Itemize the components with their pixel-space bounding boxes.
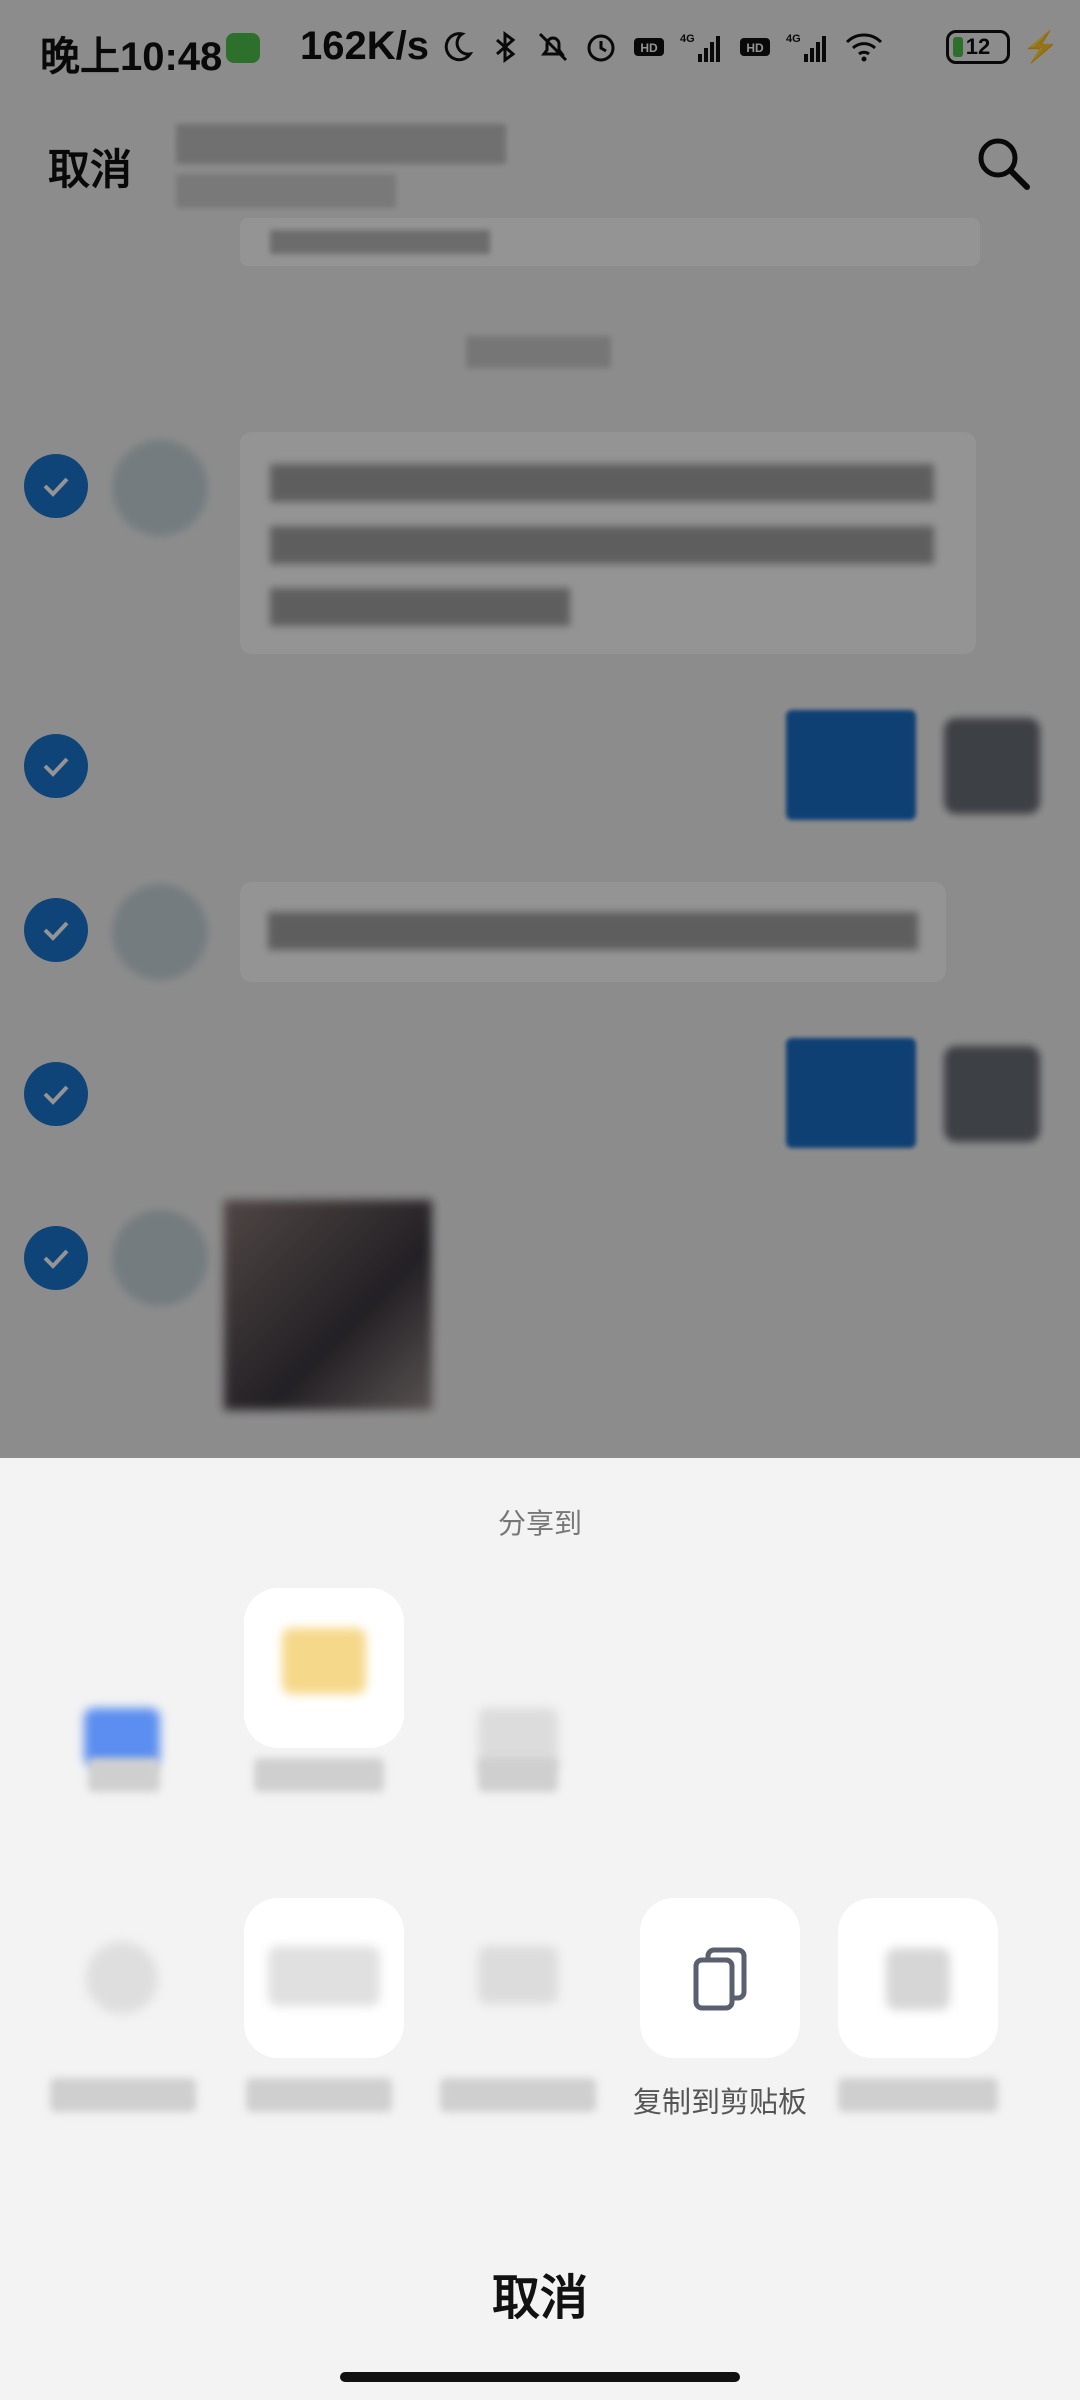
share-target-label-redacted — [254, 1758, 384, 1792]
share-sheet-title: 分享到 — [497, 1507, 582, 1540]
share-target-tile[interactable] — [244, 1898, 404, 2058]
app-icon-redacted — [886, 1948, 950, 2010]
share-target-label-redacted — [88, 1758, 160, 1792]
share-target-tile[interactable] — [44, 1658, 204, 1818]
share-target-tile[interactable] — [440, 1898, 600, 2058]
copy-to-clipboard-label: 复制到剪贴板 — [632, 2085, 807, 2119]
share-target-label-redacted — [50, 2078, 196, 2112]
share-target-label-redacted — [478, 1758, 558, 1792]
cancel-share-button[interactable]: 取消 — [0, 2258, 1080, 2328]
dim-overlay[interactable] — [0, 0, 1080, 1458]
app-icon-redacted — [86, 1942, 158, 2014]
share-target-tile[interactable] — [440, 1658, 600, 1818]
copy-to-clipboard-button[interactable] — [640, 1898, 800, 2058]
share-target-tile[interactable] — [244, 1588, 404, 1748]
copy-icon — [693, 1947, 747, 2011]
share-target-label-redacted — [246, 2078, 392, 2112]
share-target-label-redacted — [838, 2078, 998, 2112]
share-target-tile[interactable] — [838, 1898, 998, 2058]
chat-area: 晚上10:48 162K/s HD 4G HD 4G 12 ⚡ 取消 — [0, 0, 1080, 1458]
app-icon-redacted — [282, 1628, 366, 1694]
share-target-label-redacted — [440, 2078, 596, 2112]
home-indicator[interactable] — [340, 2372, 740, 2382]
share-target-tile[interactable] — [44, 1898, 204, 2058]
app-icon-redacted — [478, 1946, 558, 2004]
app-icon-redacted — [268, 1946, 380, 2006]
share-sheet: 分享到 复制到剪贴板 取消 — [0, 1458, 1080, 2400]
